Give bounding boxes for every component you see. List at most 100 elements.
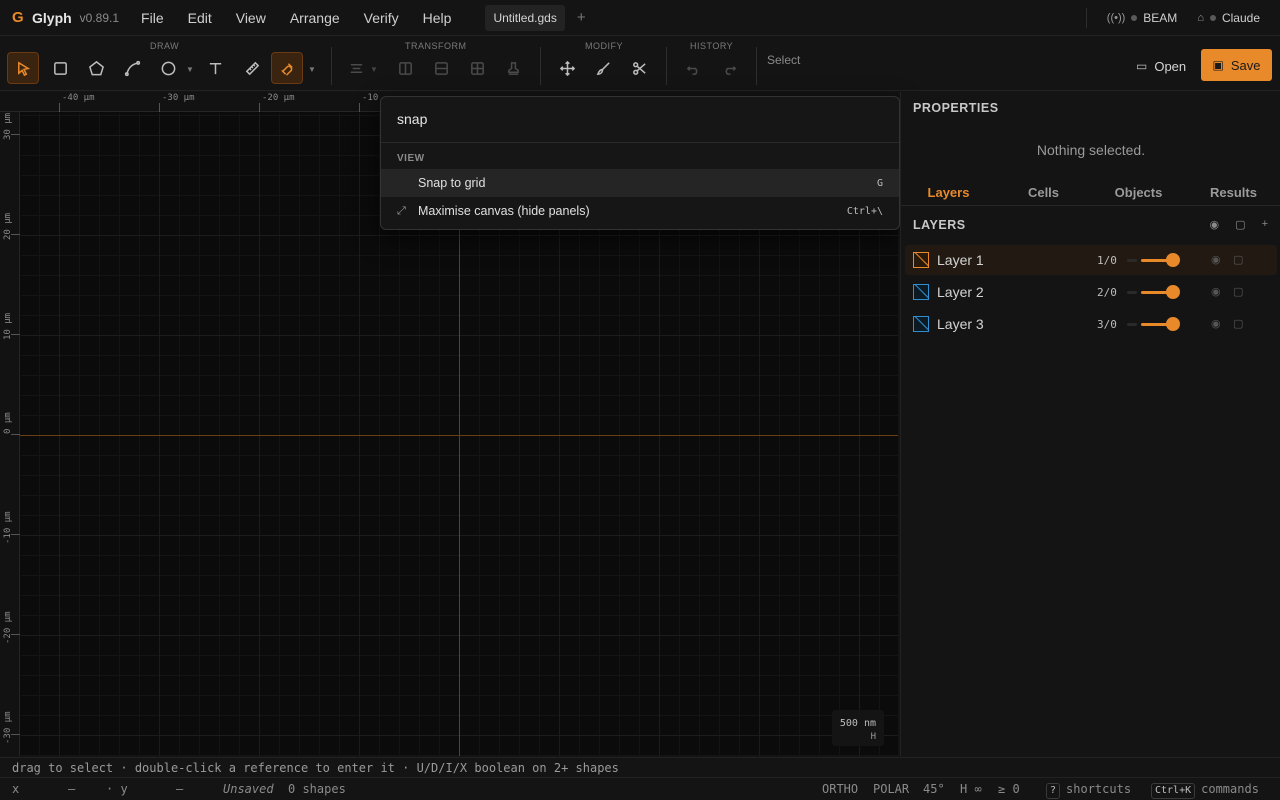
tab-untitled-gds[interactable]: Untitled.gds xyxy=(485,4,565,31)
eye-icon[interactable]: ◉ xyxy=(1211,285,1221,298)
menu-help[interactable]: Help xyxy=(423,10,452,26)
polygon-tool-button[interactable] xyxy=(80,52,112,84)
command-snap-to-grid[interactable]: Snap to grid G xyxy=(381,169,899,197)
tab-results[interactable]: Results xyxy=(1186,180,1280,205)
ruler-tick xyxy=(159,103,160,112)
min-value[interactable]: ≥ 0 xyxy=(998,782,1020,796)
polar-toggle[interactable]: POLAR xyxy=(873,782,909,796)
flip-horizontal-button[interactable] xyxy=(389,52,421,84)
circle-tool-button[interactable] xyxy=(152,52,184,84)
move-button[interactable] xyxy=(551,52,583,84)
rectangle-tool-button[interactable] xyxy=(44,52,76,84)
save-label: Save xyxy=(1230,57,1261,73)
command-search-input[interactable]: snap xyxy=(397,111,427,127)
ruler-vertical[interactable]: 30 µm 20 µm 10 µm 0 µm -10 µm -20 µm -30… xyxy=(0,112,20,756)
layer-swatch[interactable] xyxy=(913,284,929,300)
layers-actions: ◉ ▢ + xyxy=(1210,218,1268,231)
plus-icon[interactable]: + xyxy=(1262,218,1268,231)
array-button[interactable] xyxy=(461,52,493,84)
ruler-label: -10 µm xyxy=(3,511,13,544)
flip-v-icon xyxy=(434,61,448,75)
hint-bar: drag to select · double-click a referenc… xyxy=(0,757,1280,777)
document-tabs: Untitled.gds + xyxy=(485,4,586,31)
menu-file[interactable]: File xyxy=(141,10,164,26)
menu-edit[interactable]: Edit xyxy=(188,10,212,26)
align-button[interactable] xyxy=(340,52,372,84)
angle-value[interactable]: 45° xyxy=(923,782,945,796)
chevron-down-icon[interactable]: ▼ xyxy=(370,65,378,74)
open-button[interactable]: ▭ Open xyxy=(1128,51,1194,81)
layer-name: Layer 1 xyxy=(937,252,984,268)
text-tool-button[interactable] xyxy=(199,52,231,84)
chevron-down-icon[interactable]: ▼ xyxy=(186,65,194,74)
menu-arrange[interactable]: Arrange xyxy=(290,10,340,26)
move-icon xyxy=(559,60,575,76)
magnet-icon xyxy=(280,62,293,76)
h-value[interactable]: H ∞ xyxy=(960,782,982,796)
eye-icon[interactable]: ◉ xyxy=(1211,317,1221,330)
beam-status[interactable]: ((•)) BEAM xyxy=(1107,11,1178,25)
layer-row[interactable]: Layer 3 3/0 ◉ ▢ xyxy=(905,309,1277,339)
layer-swatch[interactable] xyxy=(913,316,929,332)
opacity-slider-handle[interactable] xyxy=(1166,317,1180,331)
hint-text: drag to select · double-click a referenc… xyxy=(12,761,619,775)
ruler-label: 0 µm xyxy=(3,412,13,434)
chevron-down-icon[interactable]: ▼ xyxy=(308,65,316,74)
command-maximise-canvas[interactable]: ⤢ Maximise canvas (hide panels) Ctrl+\ xyxy=(381,197,899,225)
select-tool-button[interactable] xyxy=(7,52,39,84)
tool-status: Select xyxy=(767,53,801,67)
ruler-tick xyxy=(11,334,20,335)
layer-swatch[interactable] xyxy=(913,252,929,268)
stamp-button[interactable] xyxy=(497,52,529,84)
shortcuts-button[interactable]: ? shortcuts xyxy=(1046,782,1131,799)
save-button[interactable]: ▣ Save xyxy=(1201,49,1272,81)
assistant-status[interactable]: ⌂ Claude xyxy=(1197,11,1260,25)
redo-button[interactable] xyxy=(713,52,745,84)
beam-label: BEAM xyxy=(1143,11,1178,25)
lock-icon[interactable]: ▢ xyxy=(1235,218,1245,231)
menu-view[interactable]: View xyxy=(236,10,266,26)
lock-icon[interactable]: ▢ xyxy=(1233,253,1243,266)
menu-verify[interactable]: Verify xyxy=(364,10,399,26)
eye-icon[interactable]: ◉ xyxy=(1210,218,1220,231)
properties-title: PROPERTIES xyxy=(913,101,999,115)
opacity-slider-handle[interactable] xyxy=(1166,253,1180,267)
layer-gds: 3/0 xyxy=(1097,318,1117,331)
paint-button[interactable] xyxy=(587,52,619,84)
tab-objects[interactable]: Objects xyxy=(1091,180,1186,205)
path-tool-button[interactable] xyxy=(116,52,148,84)
main-menu: File Edit View Arrange Verify Help xyxy=(141,10,475,26)
ruler-label: 20 µm xyxy=(3,212,13,240)
x-value: — xyxy=(68,782,76,796)
save-icon: ▣ xyxy=(1212,58,1224,72)
open-label: Open xyxy=(1154,58,1187,74)
opacity-slider-handle[interactable] xyxy=(1166,285,1180,299)
toolbar-divider xyxy=(331,47,332,85)
command-label: Snap to grid xyxy=(418,176,486,190)
menubar: G Glyph v0.89.1 File Edit View Arrange V… xyxy=(0,0,1280,36)
ruler-label: 10 µm xyxy=(3,312,13,340)
pointer-icon xyxy=(17,60,30,76)
panel-tabs: Layers Cells Objects Results xyxy=(901,180,1280,206)
tab-cells[interactable]: Cells xyxy=(996,180,1091,205)
group-label-transform: TRANSFORM xyxy=(405,41,467,51)
flip-vertical-button[interactable] xyxy=(425,52,457,84)
tab-layers[interactable]: Layers xyxy=(901,180,996,205)
group-label-history: HISTORY xyxy=(690,41,734,51)
divider xyxy=(381,142,899,143)
lock-icon[interactable]: ▢ xyxy=(1233,285,1243,298)
ruler-label: -40 µm xyxy=(62,93,95,103)
layer-row[interactable]: Layer 2 2/0 ◉ ▢ xyxy=(905,277,1277,307)
add-tab-button[interactable]: + xyxy=(577,9,586,26)
snap-toggle-button[interactable] xyxy=(271,52,303,84)
lock-icon[interactable]: ▢ xyxy=(1233,317,1243,330)
ruler-tool-button[interactable] xyxy=(236,52,268,84)
cut-button[interactable] xyxy=(623,52,655,84)
ortho-toggle[interactable]: ORTHO xyxy=(822,782,858,796)
layer-row[interactable]: Layer 1 1/0 ◉ ▢ xyxy=(905,245,1277,275)
commands-button[interactable]: Ctrl+K commands xyxy=(1151,782,1259,799)
undo-button[interactable] xyxy=(677,52,709,84)
eye-icon[interactable]: ◉ xyxy=(1211,253,1221,266)
align-icon xyxy=(350,63,362,73)
app-logo: G Glyph v0.89.1 xyxy=(12,9,119,26)
